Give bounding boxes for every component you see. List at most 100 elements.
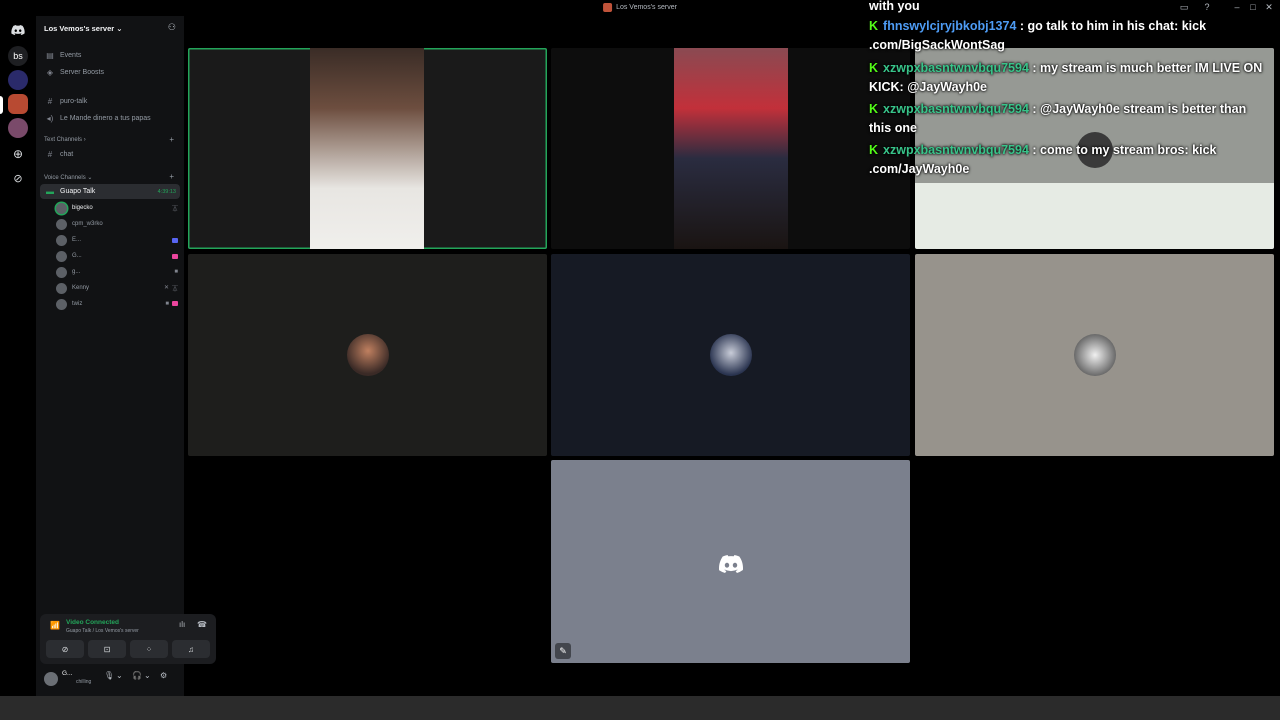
deafen-icon: ⏄: [171, 286, 178, 293]
server-los-vemos[interactable]: [8, 94, 28, 114]
server-icon-4[interactable]: [8, 118, 28, 138]
camera-feed: [674, 48, 788, 249]
rtc-location[interactable]: Guapo Talk / Los Vemos's server: [66, 628, 139, 634]
chevron-down-icon[interactable]: ⌄: [144, 671, 151, 680]
kick-icon: K: [869, 143, 879, 157]
noise-suppression-icon[interactable]: ılı: [179, 620, 185, 629]
voice-user-icons: [172, 237, 178, 243]
voice-user[interactable]: g... ■: [56, 265, 178, 279]
boost-icon: ◈: [46, 68, 54, 77]
server-header[interactable]: Los Vemos's server ⌄ ⚇: [36, 16, 184, 42]
voice-channel-label: Guapo Talk: [60, 188, 96, 195]
avatar: [709, 334, 752, 376]
speaker-icon: ◂): [46, 114, 54, 123]
voice-user-icons: ■: [165, 301, 178, 307]
discover-icon[interactable]: ⊘: [8, 168, 28, 188]
voice-user-icons: ■: [174, 269, 178, 275]
deafen-icon: ⏄: [171, 206, 178, 213]
server-icon-2[interactable]: [8, 70, 28, 90]
events-item[interactable]: ▤ Events: [40, 48, 180, 63]
hash-icon: #: [47, 97, 53, 106]
server-boosts-label: Server Boosts: [60, 69, 104, 76]
video-tile-avatar-2[interactable]: [551, 254, 910, 456]
discord-home-icon[interactable]: [8, 20, 28, 40]
chat-username: fhnswylcjryjbkobj1374: [883, 19, 1017, 33]
user-name[interactable]: G...: [62, 670, 72, 677]
chat-message: Kxzwpxbasntwnvbqu7594 : my stream is muc…: [869, 59, 1269, 97]
avatar: [56, 282, 67, 294]
voice-user-icons: ⏄: [172, 204, 178, 213]
server-bs[interactable]: bs: [8, 46, 28, 66]
server-name: Los Vemos's server ⌄: [44, 24, 123, 33]
server-icon: [603, 3, 613, 12]
taskbar: [0, 696, 1280, 720]
camera-icon: ■: [174, 269, 178, 275]
signal-icon[interactable]: 📶: [50, 621, 60, 630]
voice-user-icons: ✕ ⏄: [164, 284, 178, 293]
camera-off-button[interactable]: ⊘: [46, 640, 84, 658]
voice-user-name: g...: [72, 269, 81, 275]
chat-message: Kxzwpxbasntwnvbqu7594 : @JayWayh0e strea…: [869, 100, 1269, 138]
user-status: chilling: [76, 679, 92, 685]
kick-icon: K: [869, 19, 879, 33]
screen-share-button[interactable]: ⊡: [88, 640, 126, 658]
discord-logo-icon: [719, 555, 743, 573]
video-tile-speaker[interactable]: [188, 48, 547, 249]
avatar: [56, 234, 67, 246]
chat-username: xzwpxbasntwnvbqu7594: [883, 102, 1029, 116]
chat-message: Kfhnswylcjryjbkobj1374 : go talk to him …: [869, 17, 1269, 55]
add-text-channel-icon[interactable]: +: [169, 135, 174, 144]
disconnect-icon[interactable]: ☎: [197, 620, 207, 629]
voice-user-name: cpm_w3rko: [72, 221, 103, 227]
voice-user[interactable]: E...: [56, 233, 178, 247]
server-bs-label: bs: [13, 51, 23, 61]
voice-channel-guapo-talk[interactable]: ▬ Guapo Talk 4:39:13: [40, 184, 180, 199]
voice-user[interactable]: bigecko ⏄: [56, 201, 178, 215]
mute-icon: ✎: [555, 643, 571, 659]
channel-puro-talk[interactable]: # puro-talk: [40, 94, 180, 109]
video-tile-camera[interactable]: [551, 48, 910, 249]
chat-username: xzwpxbasntwnvbqu7594: [883, 143, 1029, 157]
channel-le-mande[interactable]: ◂) Le Mande dinero a tus papas: [40, 111, 180, 126]
window-title: Los Vemos's server: [603, 3, 677, 12]
mic-icon[interactable]: 🎙: [104, 671, 114, 680]
video-tile-discord[interactable]: ✎: [551, 460, 910, 663]
chevron-down-icon[interactable]: ⌄: [116, 671, 123, 680]
soundboard-button[interactable]: ♫: [172, 640, 210, 658]
voice-user[interactable]: G...: [56, 249, 178, 263]
chat-message: Kxzwpxbasntwnvbqu7594 : come to my strea…: [869, 141, 1269, 179]
channel-label: puro-talk: [60, 98, 88, 105]
server-rail: bs ⊕ ⊘: [0, 16, 36, 696]
avatar[interactable]: [44, 672, 58, 686]
live-icon: [172, 301, 178, 306]
voice-user[interactable]: Kenny ✕ ⏄: [56, 281, 178, 295]
voice-user-name: Kenny: [72, 285, 90, 291]
calendar-icon: ▤: [46, 51, 54, 60]
video-channel-icon: ▬: [46, 187, 54, 196]
rtc-status[interactable]: Video Connected: [66, 619, 119, 626]
video-tile-avatar-3[interactable]: [915, 254, 1274, 456]
window-title-text: Los Vemos's server: [616, 4, 677, 11]
avatar: [1073, 334, 1116, 376]
voice-user-name: bigecko: [72, 205, 93, 211]
video-tile-avatar-1[interactable]: [188, 254, 547, 456]
rtc-panel: 📶 Video Connected Guapo Talk / Los Vemos…: [40, 614, 216, 664]
channel-label: Le Mande dinero a tus papas: [60, 115, 151, 122]
add-server-icon[interactable]: ⊕: [8, 144, 28, 164]
camera-feed: [310, 48, 424, 249]
headphones-icon[interactable]: 🎧: [132, 671, 142, 680]
channel-sidebar: Los Vemos's server ⌄ ⚇ ▤ Events ◈ Server…: [36, 16, 216, 696]
server-boosts-item[interactable]: ◈ Server Boosts: [40, 65, 180, 80]
add-voice-channel-icon[interactable]: +: [169, 172, 174, 181]
settings-icon[interactable]: ⚙: [160, 671, 167, 680]
avatar: [56, 202, 67, 214]
voice-user[interactable]: cpm_w3rko: [56, 217, 178, 231]
text-category[interactable]: Text Channels ›: [44, 137, 86, 143]
invite-icon[interactable]: ⚇: [168, 22, 176, 33]
chat-username: xzwpxbasntwnvbqu7594: [883, 61, 1029, 75]
voice-user[interactable]: twiz ■: [56, 297, 178, 311]
channel-chat[interactable]: # chat: [40, 147, 180, 162]
kick-icon: K: [869, 102, 879, 116]
voice-category[interactable]: Voice Channels ⌄: [44, 174, 92, 181]
activities-button[interactable]: ⁘: [130, 640, 168, 658]
